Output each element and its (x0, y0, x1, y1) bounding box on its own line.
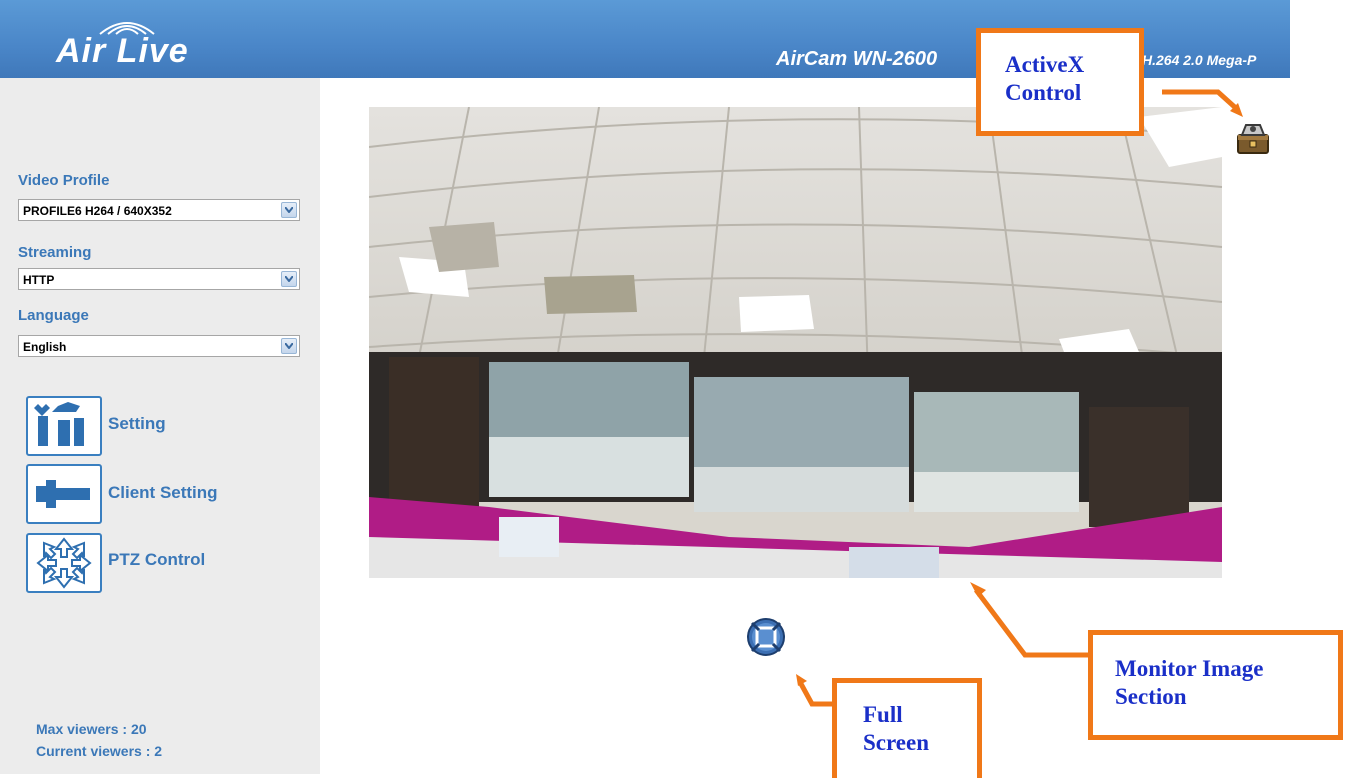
monitor-image-callout-line2: Section (1115, 684, 1187, 709)
full-screen-callout: Full Screen (832, 678, 982, 778)
monitor-image-callout: Monitor Image Section (1088, 630, 1343, 740)
full-screen-callout-line1: Full (863, 702, 903, 727)
activex-callout-line1: ActiveX (1005, 52, 1085, 77)
full-screen-callout-line2: Screen (863, 730, 930, 755)
activex-callout: ActiveX Control (976, 28, 1144, 136)
activex-callout-line2: Control (1005, 80, 1082, 105)
monitor-image-callout-line1: Monitor Image (1115, 656, 1264, 681)
